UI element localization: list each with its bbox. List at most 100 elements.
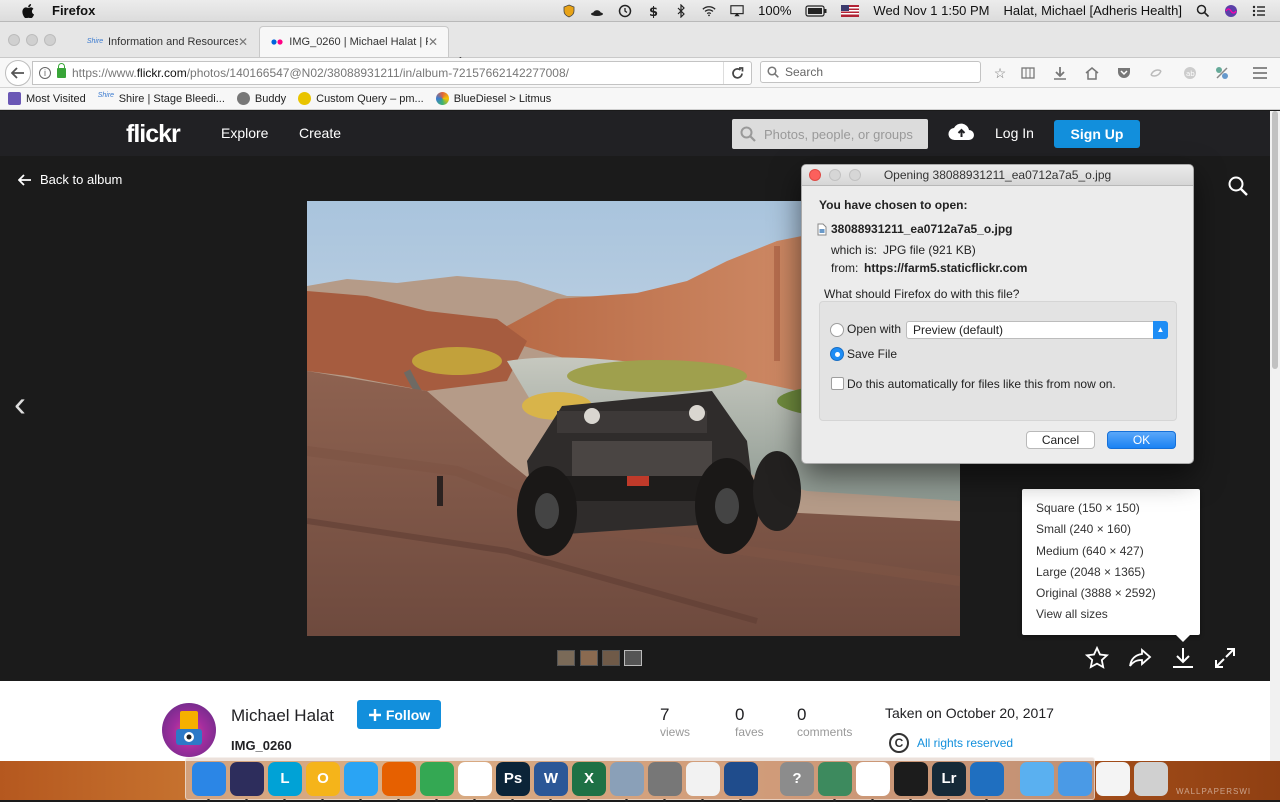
dock-acrobat-icon[interactable]	[458, 761, 492, 802]
size-option-large[interactable]: Large (2048 × 1365)	[1036, 562, 1200, 583]
flickr-logo[interactable]: flickr	[126, 120, 181, 149]
size-option-medium[interactable]: Medium (640 × 427)	[1036, 541, 1200, 562]
save-file-radio[interactable]	[830, 347, 844, 361]
save-file-label[interactable]: Save File	[847, 347, 897, 361]
open-with-radio[interactable]	[830, 323, 844, 337]
dock-document-icon[interactable]	[1096, 761, 1130, 796]
dollar-icon[interactable]: $	[646, 4, 660, 18]
upload-cloud-icon[interactable]	[948, 122, 975, 142]
reload-icon[interactable]	[723, 62, 751, 84]
owner-name-link[interactable]: Michael Halat	[231, 706, 334, 726]
secure-lock-icon[interactable]	[57, 63, 66, 78]
cancel-button[interactable]: Cancel	[1026, 431, 1095, 449]
dock-trash-icon[interactable]	[1134, 761, 1168, 796]
bookmark-buddy[interactable]: Buddy	[236, 92, 286, 105]
search-input[interactable]: Search	[760, 61, 981, 83]
previous-photo-arrow-icon[interactable]: ‹	[14, 386, 26, 422]
dock-firefox-icon[interactable]	[382, 761, 416, 802]
window-close-button[interactable]	[8, 34, 20, 46]
bookmark-most-visited[interactable]: Most Visited	[8, 92, 86, 105]
dock-terminal-icon[interactable]	[894, 761, 928, 802]
bookmark-star-icon[interactable]: ☆	[992, 65, 1008, 81]
shield-icon[interactable]	[562, 4, 576, 18]
battery-percent[interactable]: 100%	[758, 3, 791, 18]
notification-center-icon[interactable]	[1252, 4, 1266, 18]
auto-action-label[interactable]: Do this automatically for files like thi…	[847, 377, 1116, 391]
license-rights-link[interactable]: C All rights reserved	[889, 733, 1013, 753]
bookmark-bluediesel[interactable]: BlueDiesel > Litmus	[435, 92, 551, 105]
bluetooth-icon[interactable]	[674, 3, 688, 18]
back-to-album-link[interactable]: Back to album	[18, 172, 122, 187]
dock-network-icon[interactable]	[818, 761, 852, 802]
url-bar[interactable]: i https://www. flickr.com/photos/14016654…	[32, 61, 752, 85]
dock-lightroom-icon[interactable]: Lr	[932, 761, 966, 802]
dock-photoshop-icon[interactable]: Ps	[496, 761, 530, 802]
open-with-select[interactable]: Preview (default) ▲	[906, 321, 1168, 339]
sync-icon[interactable]	[1148, 65, 1164, 81]
dock-applications-icon[interactable]	[1058, 761, 1092, 796]
login-link[interactable]: Log In	[995, 125, 1034, 141]
dock-outlook-icon[interactable]: O	[306, 761, 340, 802]
tab-close-icon[interactable]: ✕	[238, 35, 248, 49]
size-option-square[interactable]: Square (150 × 150)	[1036, 498, 1200, 519]
ok-button[interactable]: OK	[1107, 431, 1176, 449]
dock-folder-icon[interactable]	[1020, 761, 1054, 796]
nav-create[interactable]: Create	[299, 125, 341, 141]
airplay-icon[interactable]	[730, 4, 744, 18]
site-info-icon[interactable]: i	[39, 67, 51, 79]
window-minimize-button[interactable]	[26, 34, 38, 46]
dock-safari-icon[interactable]	[344, 761, 378, 802]
flickr-search-input[interactable]: Photos, people, or groups	[732, 119, 928, 149]
follow-button[interactable]: Follow	[357, 700, 441, 729]
dock-preview-icon[interactable]	[610, 761, 644, 802]
open-with-label[interactable]: Open with	[847, 322, 901, 336]
us-flag-icon[interactable]	[841, 4, 860, 18]
size-option-original[interactable]: Original (3888 × 2592)	[1036, 583, 1200, 604]
menubar-clock[interactable]: Wed Nov 1 1:50 PM	[873, 3, 989, 18]
addon-icon[interactable]	[1214, 65, 1230, 81]
photo-thumbnail-current[interactable]	[624, 650, 642, 666]
favorite-star-icon[interactable]	[1085, 646, 1109, 670]
app-menu-firefox[interactable]: Firefox	[52, 3, 95, 18]
apple-menu-icon[interactable]	[18, 3, 38, 18]
bookmarks-library-icon[interactable]	[1020, 65, 1036, 81]
scrollbar-thumb[interactable]	[1272, 111, 1278, 369]
pocket-icon[interactable]	[1116, 65, 1132, 81]
dock-activity-icon[interactable]	[856, 761, 890, 802]
dock-word-icon[interactable]: W	[534, 761, 568, 802]
back-button[interactable]	[5, 60, 31, 86]
fullscreen-expand-icon[interactable]	[1213, 646, 1237, 670]
window-zoom-button[interactable]	[44, 34, 56, 46]
siri-icon[interactable]	[1224, 4, 1238, 18]
photo-thumbnail[interactable]	[557, 650, 575, 666]
battery-icon[interactable]	[805, 4, 827, 18]
signup-button[interactable]: Sign Up	[1054, 120, 1140, 148]
size-option-small[interactable]: Small (240 × 160)	[1036, 519, 1200, 540]
extension-icon[interactable]: ab	[1182, 65, 1198, 81]
hamburger-menu-icon[interactable]	[1252, 65, 1268, 81]
wifi-icon[interactable]	[702, 4, 716, 18]
avatar[interactable]	[162, 703, 216, 757]
photo-thumbnail[interactable]	[602, 650, 620, 666]
dock-vs-code-icon[interactable]	[970, 761, 1004, 802]
auto-action-checkbox[interactable]	[831, 377, 844, 390]
dock-help-icon[interactable]: ?	[780, 761, 814, 796]
nav-explore[interactable]: Explore	[221, 125, 268, 141]
photo-zoom-search-icon[interactable]	[1228, 176, 1248, 196]
hat-icon[interactable]	[590, 4, 604, 18]
spotlight-search-icon[interactable]	[1196, 4, 1210, 18]
dock-photos-icon[interactable]	[686, 761, 720, 802]
download-icon[interactable]	[1171, 646, 1195, 670]
tab-img-0260[interactable]: IMG_0260 | Michael Halat | Fl ✕	[259, 26, 449, 57]
bookmark-custom-query[interactable]: Custom Query – pm...	[298, 92, 424, 105]
dock-excel-icon[interactable]: X	[572, 761, 606, 802]
dialog-close-button[interactable]	[809, 169, 821, 181]
menubar-user[interactable]: Halat, Michael [Adheris Health]	[1004, 3, 1182, 18]
dock-finder-icon[interactable]	[192, 761, 226, 802]
page-scrollbar[interactable]	[1270, 111, 1280, 761]
photo-thumbnail[interactable]	[580, 650, 598, 666]
dock-siri-icon[interactable]	[230, 761, 264, 802]
dock-lync-icon[interactable]: L	[268, 761, 302, 802]
tab-information-resources[interactable]: Shire Information and Resources fo ✕	[78, 26, 258, 57]
dock-system-preferences-icon[interactable]	[648, 761, 682, 802]
